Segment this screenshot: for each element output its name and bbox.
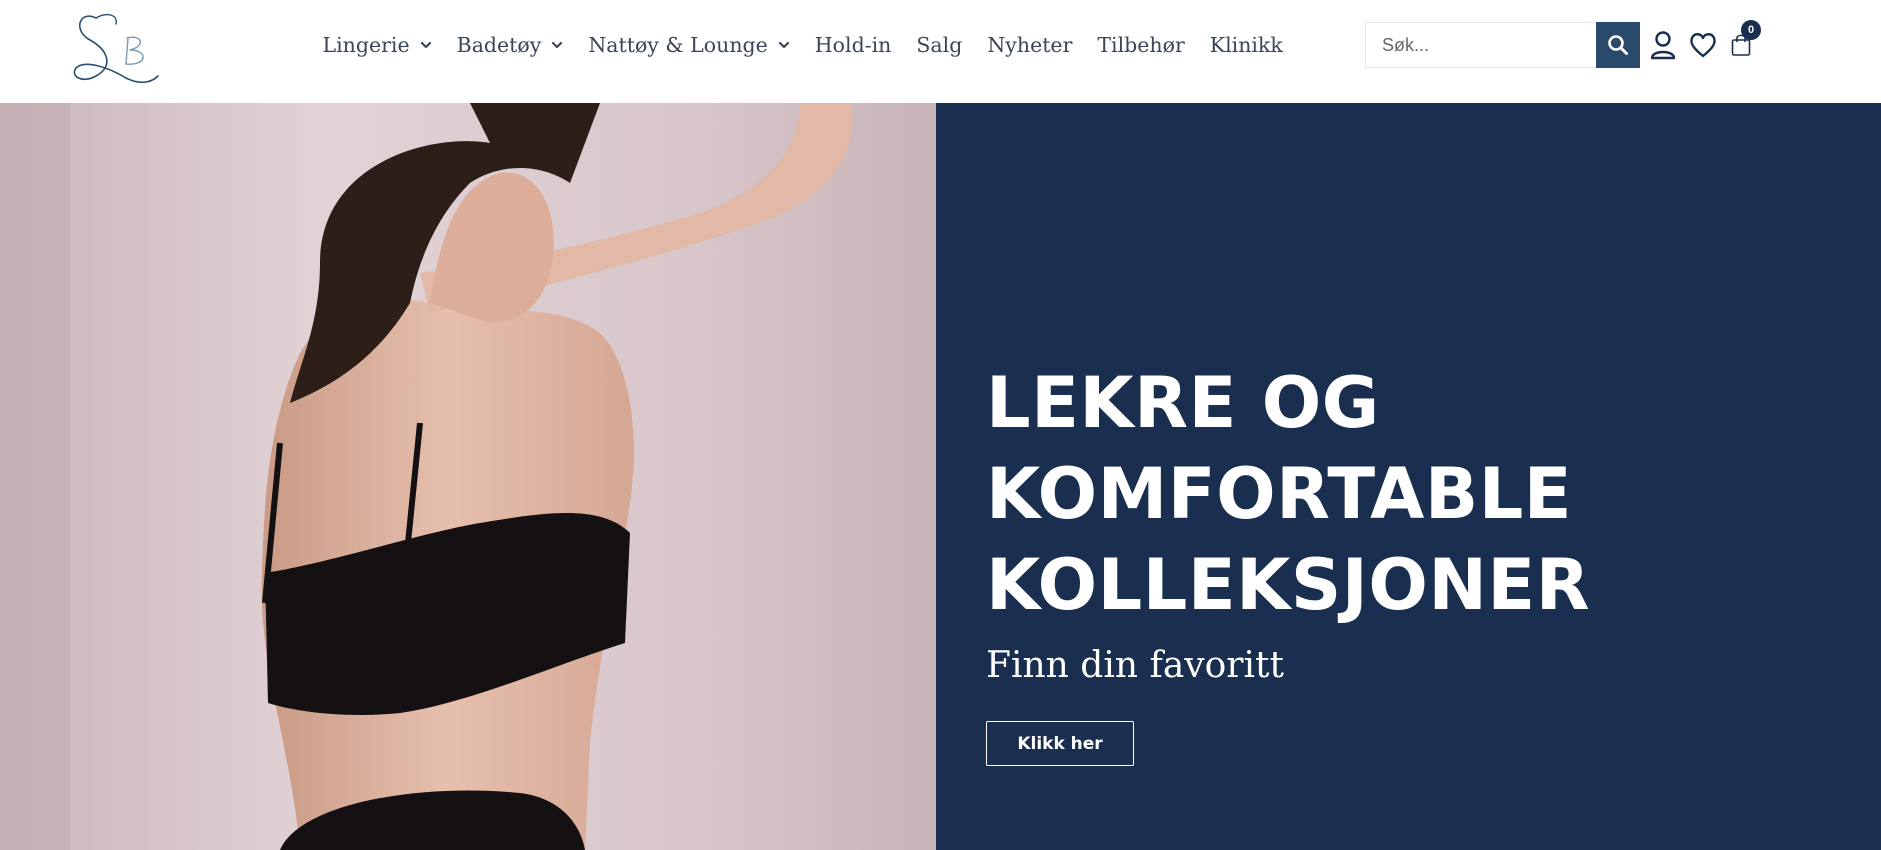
hero-cta-button[interactable]: Klikk her [986,721,1134,766]
wishlist-button[interactable] [1686,28,1720,62]
hero-title-line: KOMFORTABLE [986,453,1573,535]
heart-icon [1690,33,1716,58]
brand-logo[interactable] [66,4,172,88]
nav-item-salg[interactable]: Salg [904,24,975,66]
search-input[interactable] [1366,23,1596,67]
nav-item-label: Tilbehør [1097,33,1185,57]
hero-title-line: LEKRE OG [986,362,1380,444]
nav-item-label: Salg [916,33,963,57]
nav-item-nattoy-lounge[interactable]: Nattøy & Lounge [576,24,802,66]
nav-item-tilbehor[interactable]: Tilbehør [1085,24,1197,66]
search-form [1365,22,1640,68]
nav-item-label: Lingerie [322,33,410,57]
search-icon [1608,35,1628,55]
search-button[interactable] [1596,22,1640,68]
user-icon [1650,31,1676,60]
main-navigation: Lingerie Badetøy Nattøy & Lounge Hold-in… [310,24,1295,66]
nav-item-label: Klinikk [1209,33,1283,57]
nav-item-lingerie[interactable]: Lingerie [310,24,444,66]
account-button[interactable] [1646,28,1680,62]
nav-item-label: Nattøy & Lounge [588,33,768,57]
hero-image [0,103,936,850]
chevron-down-icon [420,41,431,49]
hero-subtitle: Finn din favoritt [986,645,1284,686]
nav-item-label: Nyheter [987,33,1073,57]
nav-item-nyheter[interactable]: Nyheter [975,24,1085,66]
chevron-down-icon [778,41,789,49]
hero-title-line: KOLLEKSJONER [986,544,1591,626]
cart-count-badge: 0 [1741,20,1761,40]
nav-item-badetoy[interactable]: Badetøy [444,24,576,66]
chevron-down-icon [552,41,563,49]
hero-title: LEKRE OG KOMFORTABLE KOLLEKSJONER [986,358,1786,631]
nav-item-label: Hold-in [814,33,892,57]
nav-item-label: Badetøy [456,33,542,57]
nav-item-hold-in[interactable]: Hold-in [802,24,904,66]
nav-item-klinikk[interactable]: Klinikk [1197,24,1295,66]
site-header: Lingerie Badetøy Nattøy & Lounge Hold-in… [0,0,1881,103]
